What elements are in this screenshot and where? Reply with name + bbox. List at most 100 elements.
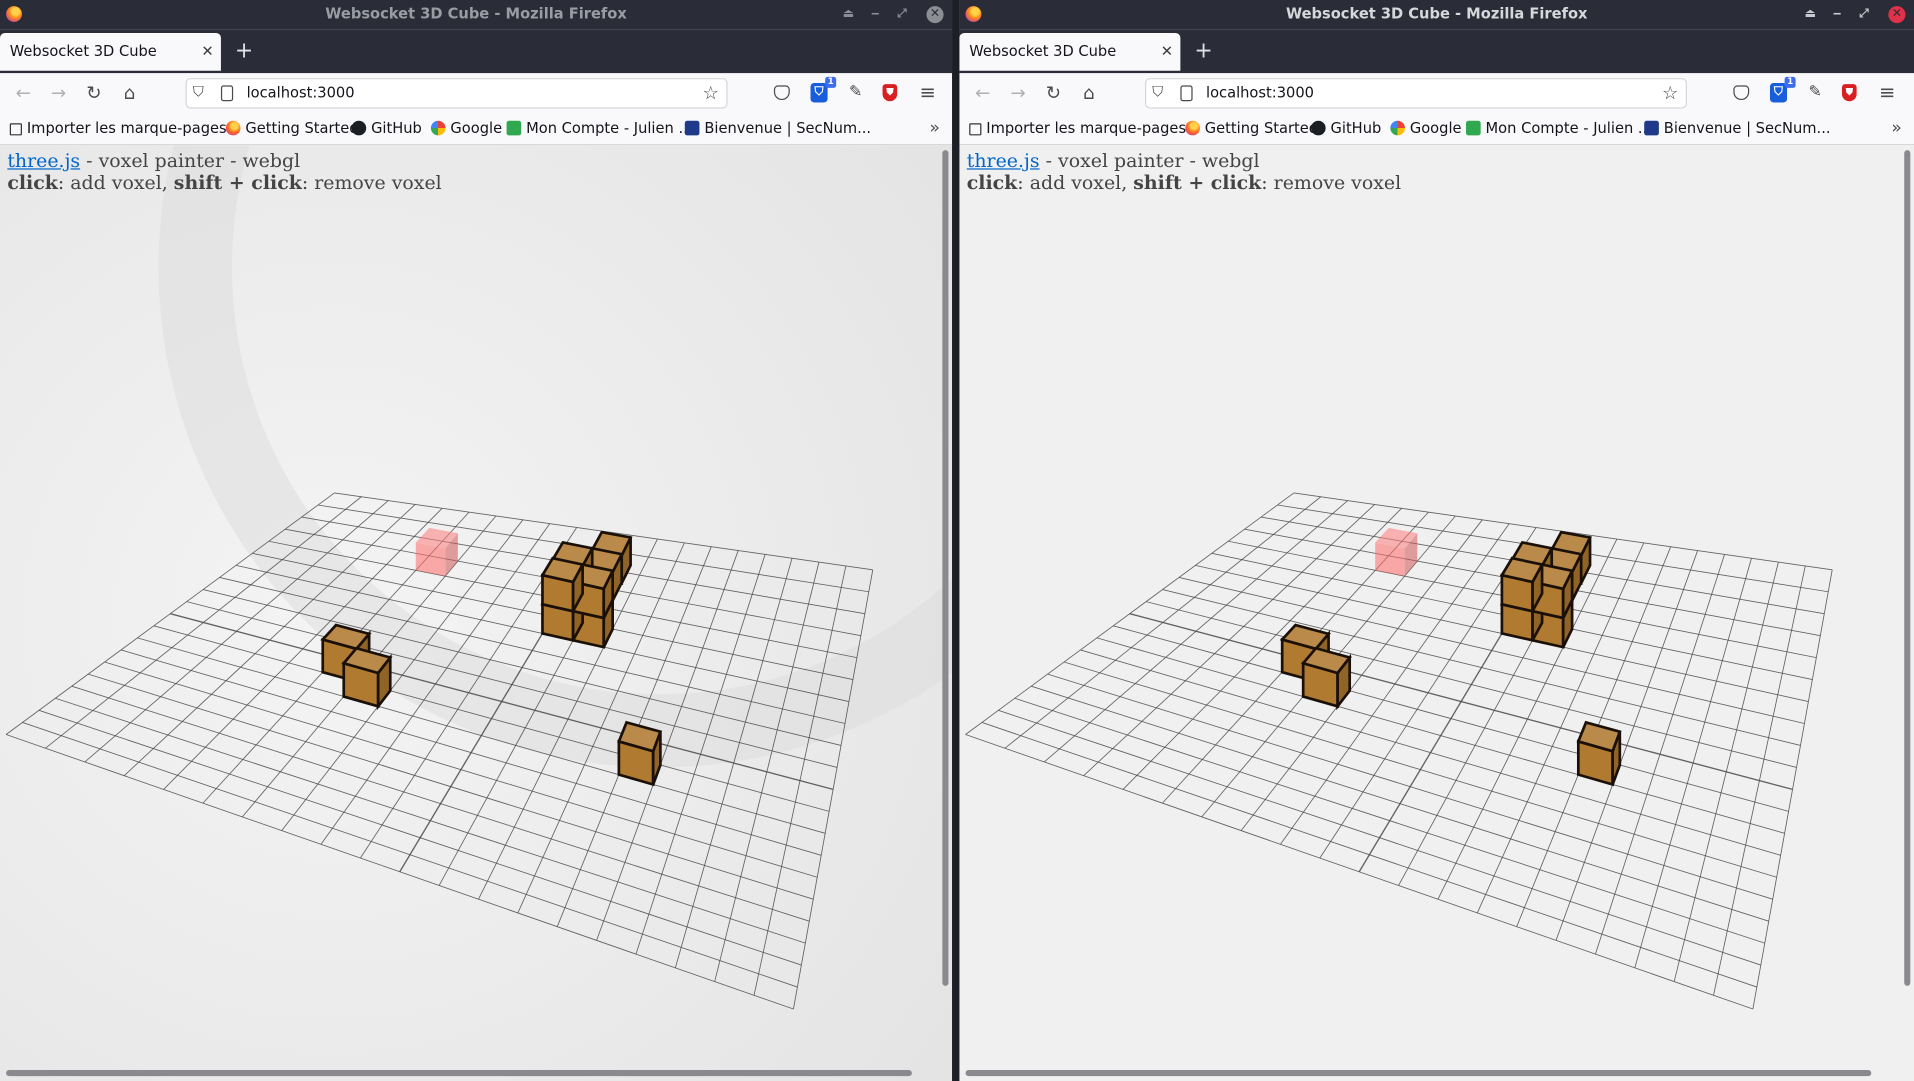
github-icon (1310, 120, 1326, 136)
navigation-bar: ← → ↻ ⌂ ⛉ localhost:3000 ☆ ⛉ 1 ✎ ⛊ ≡ (959, 73, 1914, 113)
window-title: Websocket 3D Cube - Mozilla Firefox (325, 4, 627, 22)
pocket-icon[interactable] (773, 85, 790, 101)
page-content[interactable]: three.js - voxel painter - webgl click: … (0, 145, 953, 1081)
home-button[interactable]: ⌂ (1075, 81, 1102, 105)
bookmark-google[interactable]: Google (1390, 112, 1462, 145)
tab-websocket-cube[interactable]: Websocket 3D Cube ✕ (0, 32, 221, 71)
reload-button[interactable]: ↻ (1040, 81, 1067, 105)
new-tab-button[interactable]: + (232, 38, 256, 65)
screen: Websocket 3D Cube - Mozilla Firefox ⏏ ‒ … (0, 0, 1914, 1081)
firefox-icon (225, 120, 241, 136)
graduation-cap-icon (1644, 120, 1659, 136)
firefox-logo-icon (965, 6, 982, 22)
tab-strip: Websocket 3D Cube ✕ + (959, 29, 1914, 74)
canvas-bg (959, 145, 1914, 1081)
voxel-cube (1576, 720, 1622, 787)
url-input[interactable]: localhost:3000 (247, 79, 355, 107)
vertical-scrollbar[interactable] (942, 150, 949, 986)
voxel-cube (1300, 646, 1352, 711)
voxel-canvas[interactable] (959, 145, 1914, 1081)
hamburger-menu-icon[interactable]: ≡ (917, 81, 939, 104)
new-tab-button[interactable]: + (1191, 38, 1215, 65)
horizontal-scrollbar[interactable] (6, 1070, 912, 1077)
maximize-button[interactable]: ⤢ (894, 5, 911, 25)
star-icon[interactable]: ☆ (703, 82, 719, 104)
close-button[interactable]: ✕ (926, 6, 944, 24)
shield-icon[interactable]: ⛉ (1152, 83, 1163, 101)
hamburger-menu-icon[interactable]: ≡ (1876, 81, 1898, 104)
tab-close-icon[interactable]: ✕ (201, 33, 213, 71)
star-icon[interactable]: ☆ (1662, 82, 1678, 104)
browser-window-left: Websocket 3D Cube - Mozilla Firefox ⏏ ‒ … (0, 0, 953, 1081)
eject-icon[interactable]: ⏏ (1802, 5, 1819, 25)
horizontal-scrollbar[interactable] (965, 1070, 1872, 1077)
firefox-icon (1185, 120, 1200, 136)
import-icon (9, 123, 22, 136)
chevron-right-icon[interactable]: » (929, 112, 939, 145)
pocket-icon[interactable] (1733, 85, 1750, 101)
shield-icon[interactable]: ⛉ (193, 83, 204, 101)
bookmark-getting-started[interactable]: Getting Started (1185, 112, 1318, 145)
bookmark-import[interactable]: Importer les marque-pages... (9, 112, 241, 145)
tab-label: Websocket 3D Cube (969, 42, 1117, 60)
wallpaper-bg (0, 145, 953, 1081)
chevron-right-icon[interactable]: » (1891, 112, 1901, 145)
eject-icon[interactable]: ⏏ (840, 5, 857, 25)
bookmark-import[interactable]: Importer les marque-pages... (969, 112, 1200, 145)
url-bar[interactable]: ⛉ localhost:3000 ☆ (185, 78, 728, 109)
bitwarden-badge: 1 (825, 76, 837, 88)
threejs-link[interactable]: three.js (7, 150, 80, 172)
bookmarks-toolbar: Importer les marque-pages... Getting Sta… (959, 112, 1914, 146)
voxel-face-front (1375, 542, 1405, 577)
forward-button[interactable]: → (45, 81, 72, 105)
voxel-face-front (415, 542, 446, 577)
page-content[interactable]: three.js - voxel painter - webgl click: … (959, 145, 1914, 1081)
voxel-canvas[interactable] (0, 145, 953, 1081)
google-icon (430, 120, 446, 136)
title-bar[interactable]: Websocket 3D Cube - Mozilla Firefox ⏏ ‒ … (959, 0, 1914, 30)
bookmark-getting-started[interactable]: Getting Started (225, 112, 359, 145)
bookmark-mon-compte[interactable]: Mon Compte - Julien ... (506, 112, 692, 145)
url-input[interactable]: localhost:3000 (1206, 79, 1314, 107)
page-icon[interactable] (220, 85, 234, 102)
tab-websocket-cube[interactable]: Websocket 3D Cube ✕ (959, 32, 1181, 71)
ublock-icon[interactable]: ⛊ (882, 84, 898, 102)
maximize-button[interactable]: ⤢ (1855, 5, 1872, 25)
back-button[interactable]: ← (10, 81, 37, 105)
graduation-cap-icon (684, 120, 700, 136)
account-icon (506, 120, 522, 136)
navigation-bar: ← → ↻ ⌂ ⛉ localhost:3000 ☆ ⛉ 1 ✎ ⛊ ≡ (0, 73, 953, 113)
bitwarden-badge: 1 (1784, 76, 1796, 88)
minimize-button[interactable]: ‒ (1829, 5, 1846, 25)
forward-button[interactable]: → (1005, 81, 1032, 105)
home-button[interactable]: ⌂ (116, 81, 143, 105)
info-text: three.js - voxel painter - webgl click: … (7, 150, 442, 194)
eyedropper-icon[interactable]: ✎ (1804, 82, 1826, 104)
bookmark-github[interactable]: GitHub (1310, 112, 1381, 145)
minimize-button[interactable]: ‒ (867, 5, 884, 25)
bookmark-mon-compte[interactable]: Mon Compte - Julien ... (1466, 112, 1652, 145)
bookmark-secnum[interactable]: Bienvenue | SecNum... (684, 112, 871, 145)
import-icon (969, 123, 982, 136)
bitwarden-icon[interactable]: ⛉ 1 (1769, 76, 1796, 103)
page-icon[interactable] (1180, 85, 1193, 102)
bookmark-google[interactable]: Google (430, 112, 502, 145)
back-button[interactable]: ← (969, 81, 996, 105)
tab-label: Websocket 3D Cube (9, 42, 157, 60)
bookmark-github[interactable]: GitHub (351, 112, 422, 145)
eyedropper-icon[interactable]: ✎ (845, 82, 867, 104)
reload-button[interactable]: ↻ (81, 81, 108, 105)
bookmark-secnum[interactable]: Bienvenue | SecNum... (1644, 112, 1831, 145)
google-icon (1390, 120, 1405, 136)
voxel-cube (540, 556, 585, 613)
ublock-icon[interactable]: ⛊ (1841, 84, 1857, 102)
threejs-link[interactable]: three.js (967, 150, 1040, 172)
title-bar[interactable]: Websocket 3D Cube - Mozilla Firefox ⏏ ‒ … (0, 0, 953, 30)
browser-window-right: Websocket 3D Cube - Mozilla Firefox ⏏ ‒ … (959, 0, 1914, 1081)
account-icon (1466, 120, 1481, 136)
bitwarden-icon[interactable]: ⛉ 1 (810, 76, 837, 103)
close-button[interactable]: ✕ (1888, 6, 1906, 24)
url-bar[interactable]: ⛉ localhost:3000 ☆ (1144, 78, 1687, 109)
tab-close-icon[interactable]: ✕ (1161, 33, 1173, 71)
vertical-scrollbar[interactable] (1904, 150, 1911, 986)
